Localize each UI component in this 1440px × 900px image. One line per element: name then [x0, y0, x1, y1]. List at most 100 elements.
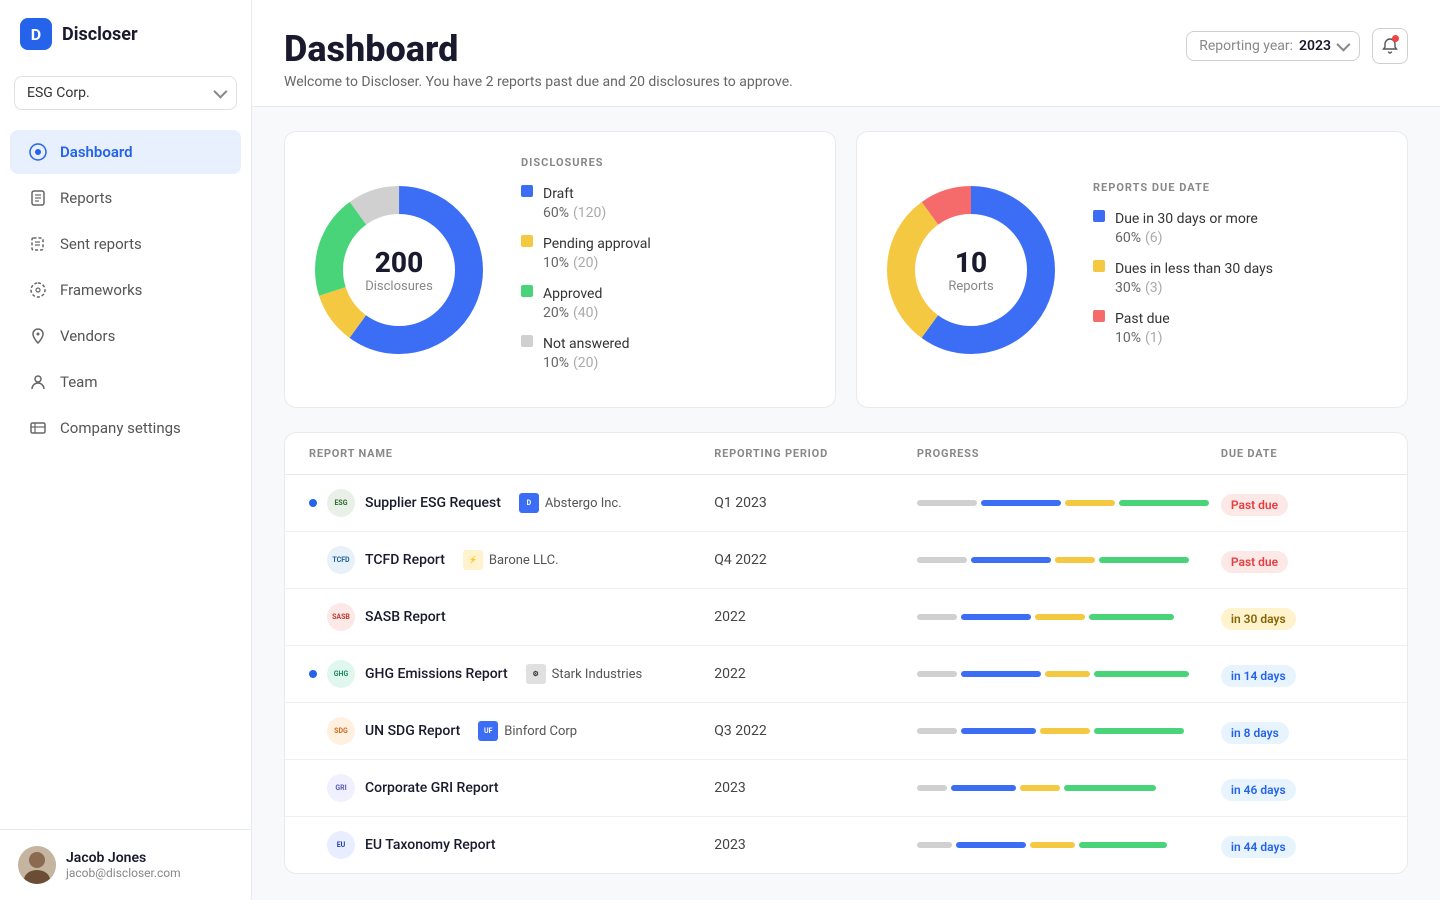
table-row[interactable]: SDGUN SDG ReportUFBinford CorpQ3 2022in … [285, 703, 1407, 760]
period-cell: 2023 [714, 837, 917, 853]
period-cell: Q1 2023 [714, 495, 917, 511]
draft-count: (120) [573, 205, 606, 221]
pending-label: Pending approval [543, 236, 651, 252]
user-profile[interactable]: Jacob Jones jacob@discloser.com [0, 829, 251, 900]
table-row[interactable]: EUEU Taxonomy Report2023in 44 days [285, 817, 1407, 873]
table-row[interactable]: SASBSASB Report2022in 30 days [285, 589, 1407, 646]
draft-pct: 60% [543, 205, 569, 221]
pastdue-count: (1) [1145, 330, 1163, 346]
logo-text: Discloser [62, 24, 138, 45]
disclosures-label: Disclosures [365, 279, 433, 294]
user-email: jacob@discloser.com [66, 866, 181, 880]
table-row[interactable]: GHGGHG Emissions Report⚙Stark Industries… [285, 646, 1407, 703]
due-date-cell: in 14 days [1221, 665, 1383, 684]
legend-item-pastdue: Past due 10% (1) [1093, 308, 1383, 346]
report-indicator-empty [309, 613, 317, 621]
pending-pct: 10% [543, 255, 569, 271]
progress-segment [917, 671, 957, 677]
company-name: ESG Corp. [27, 85, 90, 101]
header-right: Reporting year: 2023 [1186, 28, 1408, 64]
draft-dot [521, 185, 533, 197]
sidebar-item-dashboard[interactable]: Dashboard [10, 130, 241, 174]
report-company: DAbstergo Inc. [519, 493, 622, 513]
sidebar-item-team[interactable]: Team [10, 360, 241, 404]
chevron-down-icon [213, 85, 227, 99]
progress-segment [917, 842, 952, 848]
approved-count: (40) [573, 305, 598, 321]
sidebar-item-label: Team [60, 373, 98, 391]
progress-segment [917, 728, 957, 734]
header-left: Dashboard Welcome to Discloser. You have… [284, 28, 793, 90]
progress-segment [1035, 614, 1085, 620]
col-reporting-period: REPORTING PERIOD [714, 447, 917, 460]
col-report-name: REPORT NAME [309, 447, 714, 460]
reporting-year-selector[interactable]: Reporting year: 2023 [1186, 31, 1360, 61]
progress-segment [1065, 500, 1115, 506]
sidebar-item-company-settings[interactable]: Company settings [10, 406, 241, 450]
col-due-date: DUE DATE [1221, 447, 1383, 460]
due-date-cell: in 30 days [1221, 608, 1383, 627]
progress-segment [1030, 842, 1075, 848]
pastdue-text: Past due 10% (1) [1115, 308, 1170, 346]
report-icon: SASB [327, 603, 355, 631]
progress-cell [917, 842, 1221, 848]
progress-segment [1045, 671, 1090, 677]
table-body: ESGSupplier ESG RequestDAbstergo Inc.Q1 … [285, 475, 1407, 873]
due-badge: Past due [1221, 494, 1288, 516]
reports-center: 10 Reports [948, 246, 993, 294]
due30plus-text: Due in 30 days or more 60% (6) [1115, 208, 1258, 246]
pastdue-dot [1093, 310, 1105, 322]
report-icon: GHG [327, 660, 355, 688]
pending-text: Pending approval 10% (20) [543, 233, 651, 271]
sidebar-item-reports[interactable]: Reports [10, 176, 241, 220]
table-row[interactable]: ESGSupplier ESG RequestDAbstergo Inc.Q1 … [285, 475, 1407, 532]
reports-table: REPORT NAME REPORTING PERIOD PROGRESS DU… [284, 432, 1408, 874]
due30plus-count: (6) [1145, 230, 1163, 246]
sidebar-item-frameworks[interactable]: Frameworks [10, 268, 241, 312]
progress-segment [917, 785, 947, 791]
table-row[interactable]: GRICorporate GRI Report2023in 46 days [285, 760, 1407, 817]
progress-cell [917, 500, 1221, 506]
report-name-text: Corporate GRI Report [365, 780, 499, 796]
due-date-cell: in 46 days [1221, 779, 1383, 798]
company-name-text: Binford Corp [504, 724, 577, 739]
legend-item-approved: Approved 20% (40) [521, 283, 811, 321]
table-row[interactable]: TCFDTCFD Report⚡Barone LLC.Q4 2022Past d… [285, 532, 1407, 589]
progress-cell [917, 614, 1221, 620]
due-date-cell: in 8 days [1221, 722, 1383, 741]
legend-item-due30plus: Due in 30 days or more 60% (6) [1093, 208, 1383, 246]
not-answered-label: Not answered [543, 336, 629, 352]
user-name: Jacob Jones [66, 850, 181, 866]
company-selector[interactable]: ESG Corp. [14, 76, 237, 110]
period-cell: 2023 [714, 780, 917, 796]
dashboard-icon [28, 142, 48, 162]
progress-segment [1064, 785, 1156, 791]
due-date-cell: Past due [1221, 551, 1383, 570]
user-info: Jacob Jones jacob@discloser.com [66, 850, 181, 880]
report-indicator [309, 670, 317, 678]
disclosures-chart-card: 200 Disclosures DISCLOSURES Draft 60% (1… [284, 131, 836, 408]
progress-segment [1099, 557, 1189, 563]
draft-text: Draft 60% (120) [543, 183, 606, 221]
report-name-text: TCFD Report [365, 552, 445, 568]
frameworks-icon [28, 280, 48, 300]
legend-item-due30less: Dues in less than 30 days 30% (3) [1093, 258, 1383, 296]
reports-legend-title: REPORTS DUE DATE [1093, 181, 1383, 194]
report-name-cell: TCFDTCFD Report⚡Barone LLC. [309, 546, 714, 574]
company-settings-icon [28, 418, 48, 438]
report-name-text: EU Taxonomy Report [365, 837, 496, 853]
approved-dot [521, 285, 533, 297]
company-logo: UF [478, 721, 498, 741]
due30less-label: Dues in less than 30 days [1115, 261, 1273, 277]
disclosures-legend: DISCLOSURES Draft 60% (120) Pending appr… [521, 156, 811, 383]
company-logo: ⚡ [463, 550, 483, 570]
sent-reports-icon [28, 234, 48, 254]
notification-button[interactable] [1372, 28, 1408, 64]
progress-cell [917, 557, 1221, 563]
report-name-text: Supplier ESG Request [365, 495, 501, 511]
sidebar-item-sent-reports[interactable]: Sent reports [10, 222, 241, 266]
progress-segment [1094, 671, 1189, 677]
sidebar-item-vendors[interactable]: Vendors [10, 314, 241, 358]
not-answered-dot [521, 335, 533, 347]
progress-segment [981, 500, 1061, 506]
